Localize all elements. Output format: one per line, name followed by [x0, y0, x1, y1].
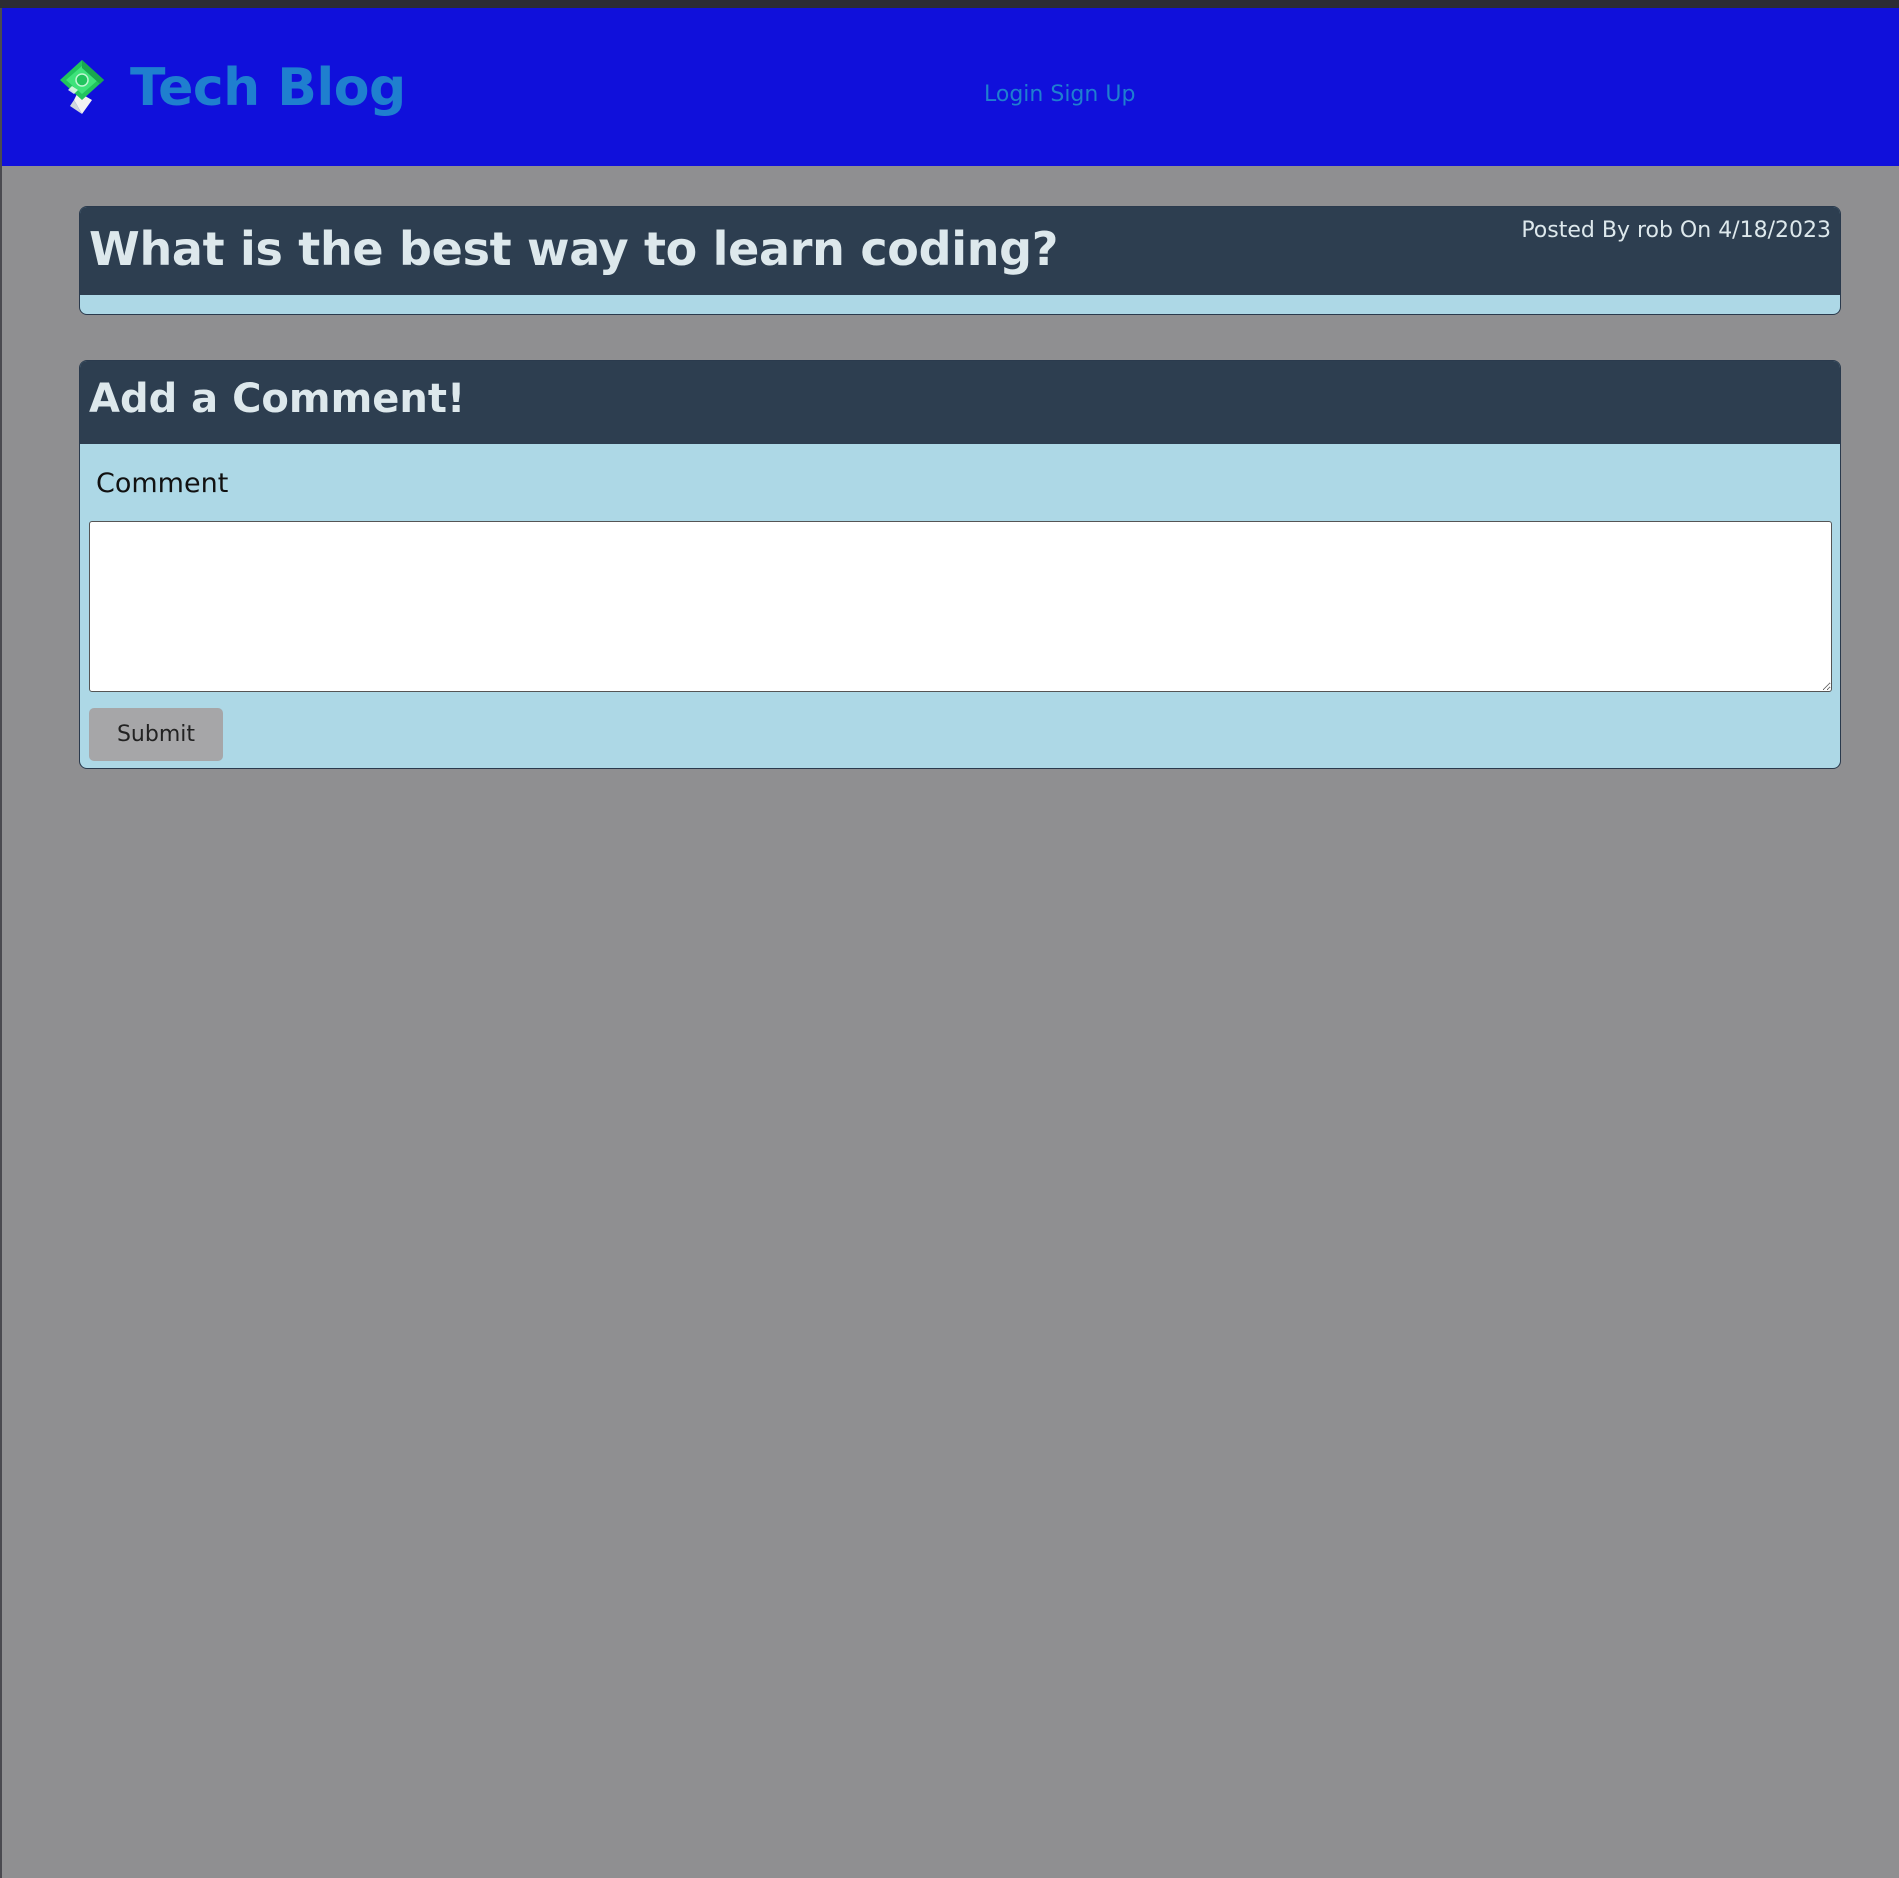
site-title[interactable]: Tech Blog	[130, 52, 406, 124]
comment-label: Comment	[96, 468, 229, 499]
submit-button[interactable]: Submit	[89, 708, 223, 761]
post-card: What is the best way to learn coding? Po…	[79, 206, 1841, 315]
site-header: Tech Blog Login Sign Up	[2, 8, 1899, 166]
main-nav: Login Sign Up	[984, 80, 1135, 110]
comment-card: Add a Comment! Comment Submit	[79, 360, 1841, 769]
post-meta: Posted By rob On 4/18/2023	[1521, 218, 1831, 243]
comment-card-header: Add a Comment!	[80, 361, 1840, 444]
signup-link[interactable]: Sign Up	[1050, 82, 1135, 107]
post-card-header: What is the best way to learn coding? Po…	[80, 207, 1840, 295]
post-title: What is the best way to learn coding?	[89, 222, 1059, 276]
comment-textarea[interactable]	[89, 521, 1832, 692]
money-bill-diamond-icon	[60, 60, 104, 114]
comment-heading: Add a Comment!	[89, 376, 466, 422]
window-left-edge	[0, 8, 2, 1878]
browser-top-strip	[0, 0, 1899, 8]
login-link[interactable]: Login	[984, 82, 1043, 107]
